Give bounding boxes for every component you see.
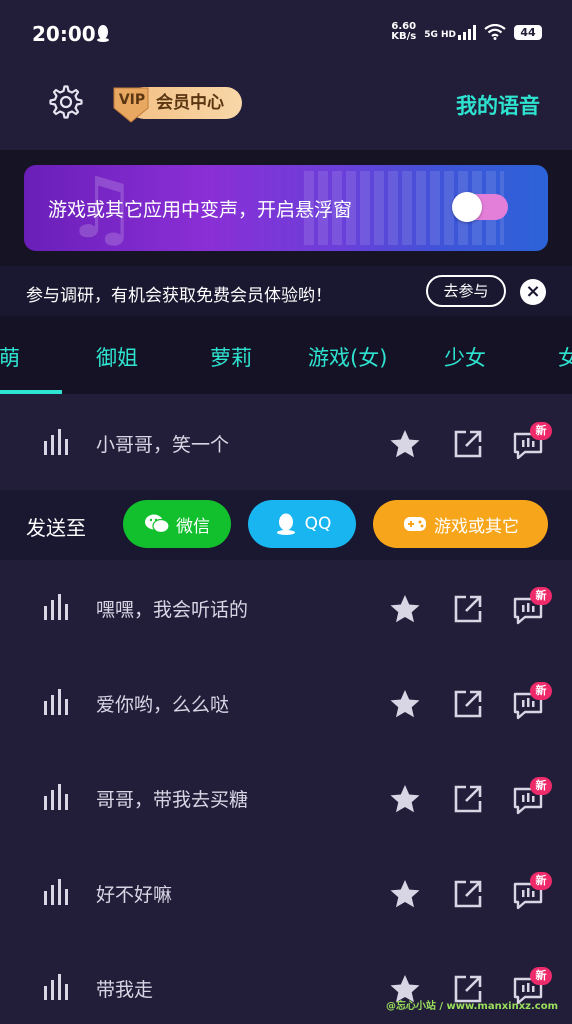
net-speed-unit: KB/s — [391, 31, 417, 42]
close-survey-icon[interactable]: × — [520, 279, 546, 305]
vip-badge-text: VIP — [118, 92, 146, 108]
my-voice-link[interactable]: 我的语音 — [456, 90, 540, 120]
battery-icon: 44 — [514, 24, 542, 40]
sound-wave-icon — [44, 429, 68, 455]
vip-center-button[interactable]: 会员中心 VIP — [112, 82, 244, 124]
voice-row[interactable]: 嘿嘿，我会听话的 新 — [0, 561, 572, 656]
new-badge: 新 — [530, 587, 552, 605]
voice-label: 爱你哟，么么哒 — [96, 694, 230, 716]
game-label: 游戏或其它 — [434, 516, 519, 537]
qq-label: QQ — [304, 514, 332, 534]
voice-row[interactable]: 好不好嘛 新 — [0, 846, 572, 941]
favorite-star-icon[interactable] — [389, 688, 421, 720]
favorite-star-icon[interactable] — [389, 428, 421, 460]
status-indicators: 6.60 KB/s 5G HD 44 — [391, 22, 542, 42]
send-to-label: 发送至 — [26, 516, 86, 540]
send-qq-button[interactable]: QQ — [248, 500, 356, 548]
voice-label: 小哥哥，笑一个 — [96, 434, 230, 456]
join-survey-button[interactable]: 去参与 — [426, 275, 506, 307]
voice-label: 带我走 — [96, 979, 154, 1001]
favorite-star-icon[interactable] — [389, 783, 421, 815]
share-icon[interactable] — [452, 593, 484, 625]
wifi-icon — [484, 24, 506, 40]
share-icon[interactable] — [452, 428, 484, 460]
tab-game-female[interactable]: 游戏(女) — [308, 342, 387, 372]
cell-signal-icon — [458, 24, 476, 40]
send-to-bar: 发送至 微信 QQ 游戏或其它 — [0, 490, 572, 560]
tab-girl[interactable]: 少女 — [444, 342, 486, 372]
new-badge: 新 — [530, 422, 552, 440]
share-icon[interactable] — [452, 783, 484, 815]
wechat-label: 微信 — [176, 516, 210, 537]
favorite-star-icon[interactable] — [389, 878, 421, 910]
signal-type: 5G HD — [424, 30, 456, 40]
app-header: 会员中心 VIP 我的语音 — [0, 66, 572, 150]
new-badge: 新 — [530, 872, 552, 890]
signal-block: 5G HD — [424, 24, 476, 40]
sound-wave-icon — [44, 974, 68, 1000]
voice-label: 哥哥，带我去买糖 — [96, 789, 249, 811]
survey-text: 参与调研，有机会获取免费会员体验哟！ — [26, 286, 332, 306]
qq-notification-icon — [97, 25, 109, 42]
status-time: 20:00 — [32, 22, 96, 46]
survey-bar: 参与调研，有机会获取免费会员体验哟！ 去参与 × — [0, 266, 572, 316]
watermark: @忘心小站 / www.manxinxz.com — [385, 1001, 558, 1012]
share-icon[interactable] — [452, 878, 484, 910]
status-bar: 20:00 6.60 KB/s 5G HD 44 — [0, 0, 572, 66]
sound-wave-icon — [44, 689, 68, 715]
new-badge: 新 — [530, 967, 552, 985]
sound-wave-icon — [44, 784, 68, 810]
qq-icon — [276, 513, 295, 535]
voice-row[interactable]: 小哥哥，笑一个 新 — [0, 396, 572, 491]
tab-yujie[interactable]: 御姐 — [96, 342, 138, 372]
voice-row[interactable]: 哥哥，带我去买糖 新 — [0, 751, 572, 846]
voice-label: 嘿嘿，我会听话的 — [96, 599, 249, 621]
send-wechat-button[interactable]: 微信 — [123, 500, 231, 548]
banner-text: 游戏或其它应用中变声，开启悬浮窗 — [48, 199, 353, 221]
new-badge: 新 — [530, 682, 552, 700]
voice-label: 好不好嘛 — [96, 884, 173, 906]
sound-wave-icon — [44, 594, 68, 620]
wechat-icon — [145, 514, 170, 534]
new-badge: 新 — [530, 777, 552, 795]
tab-loli[interactable]: 萝莉 — [210, 342, 252, 372]
floating-window-banner-section: ♫ 游戏或其它应用中变声，开启悬浮窗 — [0, 150, 572, 266]
favorite-star-icon[interactable] — [389, 593, 421, 625]
tab-female[interactable]: 女 — [558, 342, 572, 372]
voice-row[interactable]: 爱你哟，么么哒 新 — [0, 656, 572, 751]
gamepad-icon — [404, 517, 426, 531]
sound-wave-icon — [44, 879, 68, 905]
floating-window-banner[interactable]: ♫ 游戏或其它应用中变声，开启悬浮窗 — [24, 165, 548, 251]
floating-window-toggle[interactable] — [452, 192, 508, 222]
share-icon[interactable] — [452, 688, 484, 720]
send-game-button[interactable]: 游戏或其它 — [373, 500, 548, 548]
settings-gear-icon[interactable] — [48, 84, 84, 120]
tab-cute[interactable]: 呆萌 — [0, 342, 20, 372]
toggle-knob — [452, 192, 482, 222]
category-tabs: 呆萌 御姐 萝莉 游戏(女) 少女 女 — [0, 316, 572, 394]
net-speed: 6.60 KB/s — [391, 22, 416, 42]
